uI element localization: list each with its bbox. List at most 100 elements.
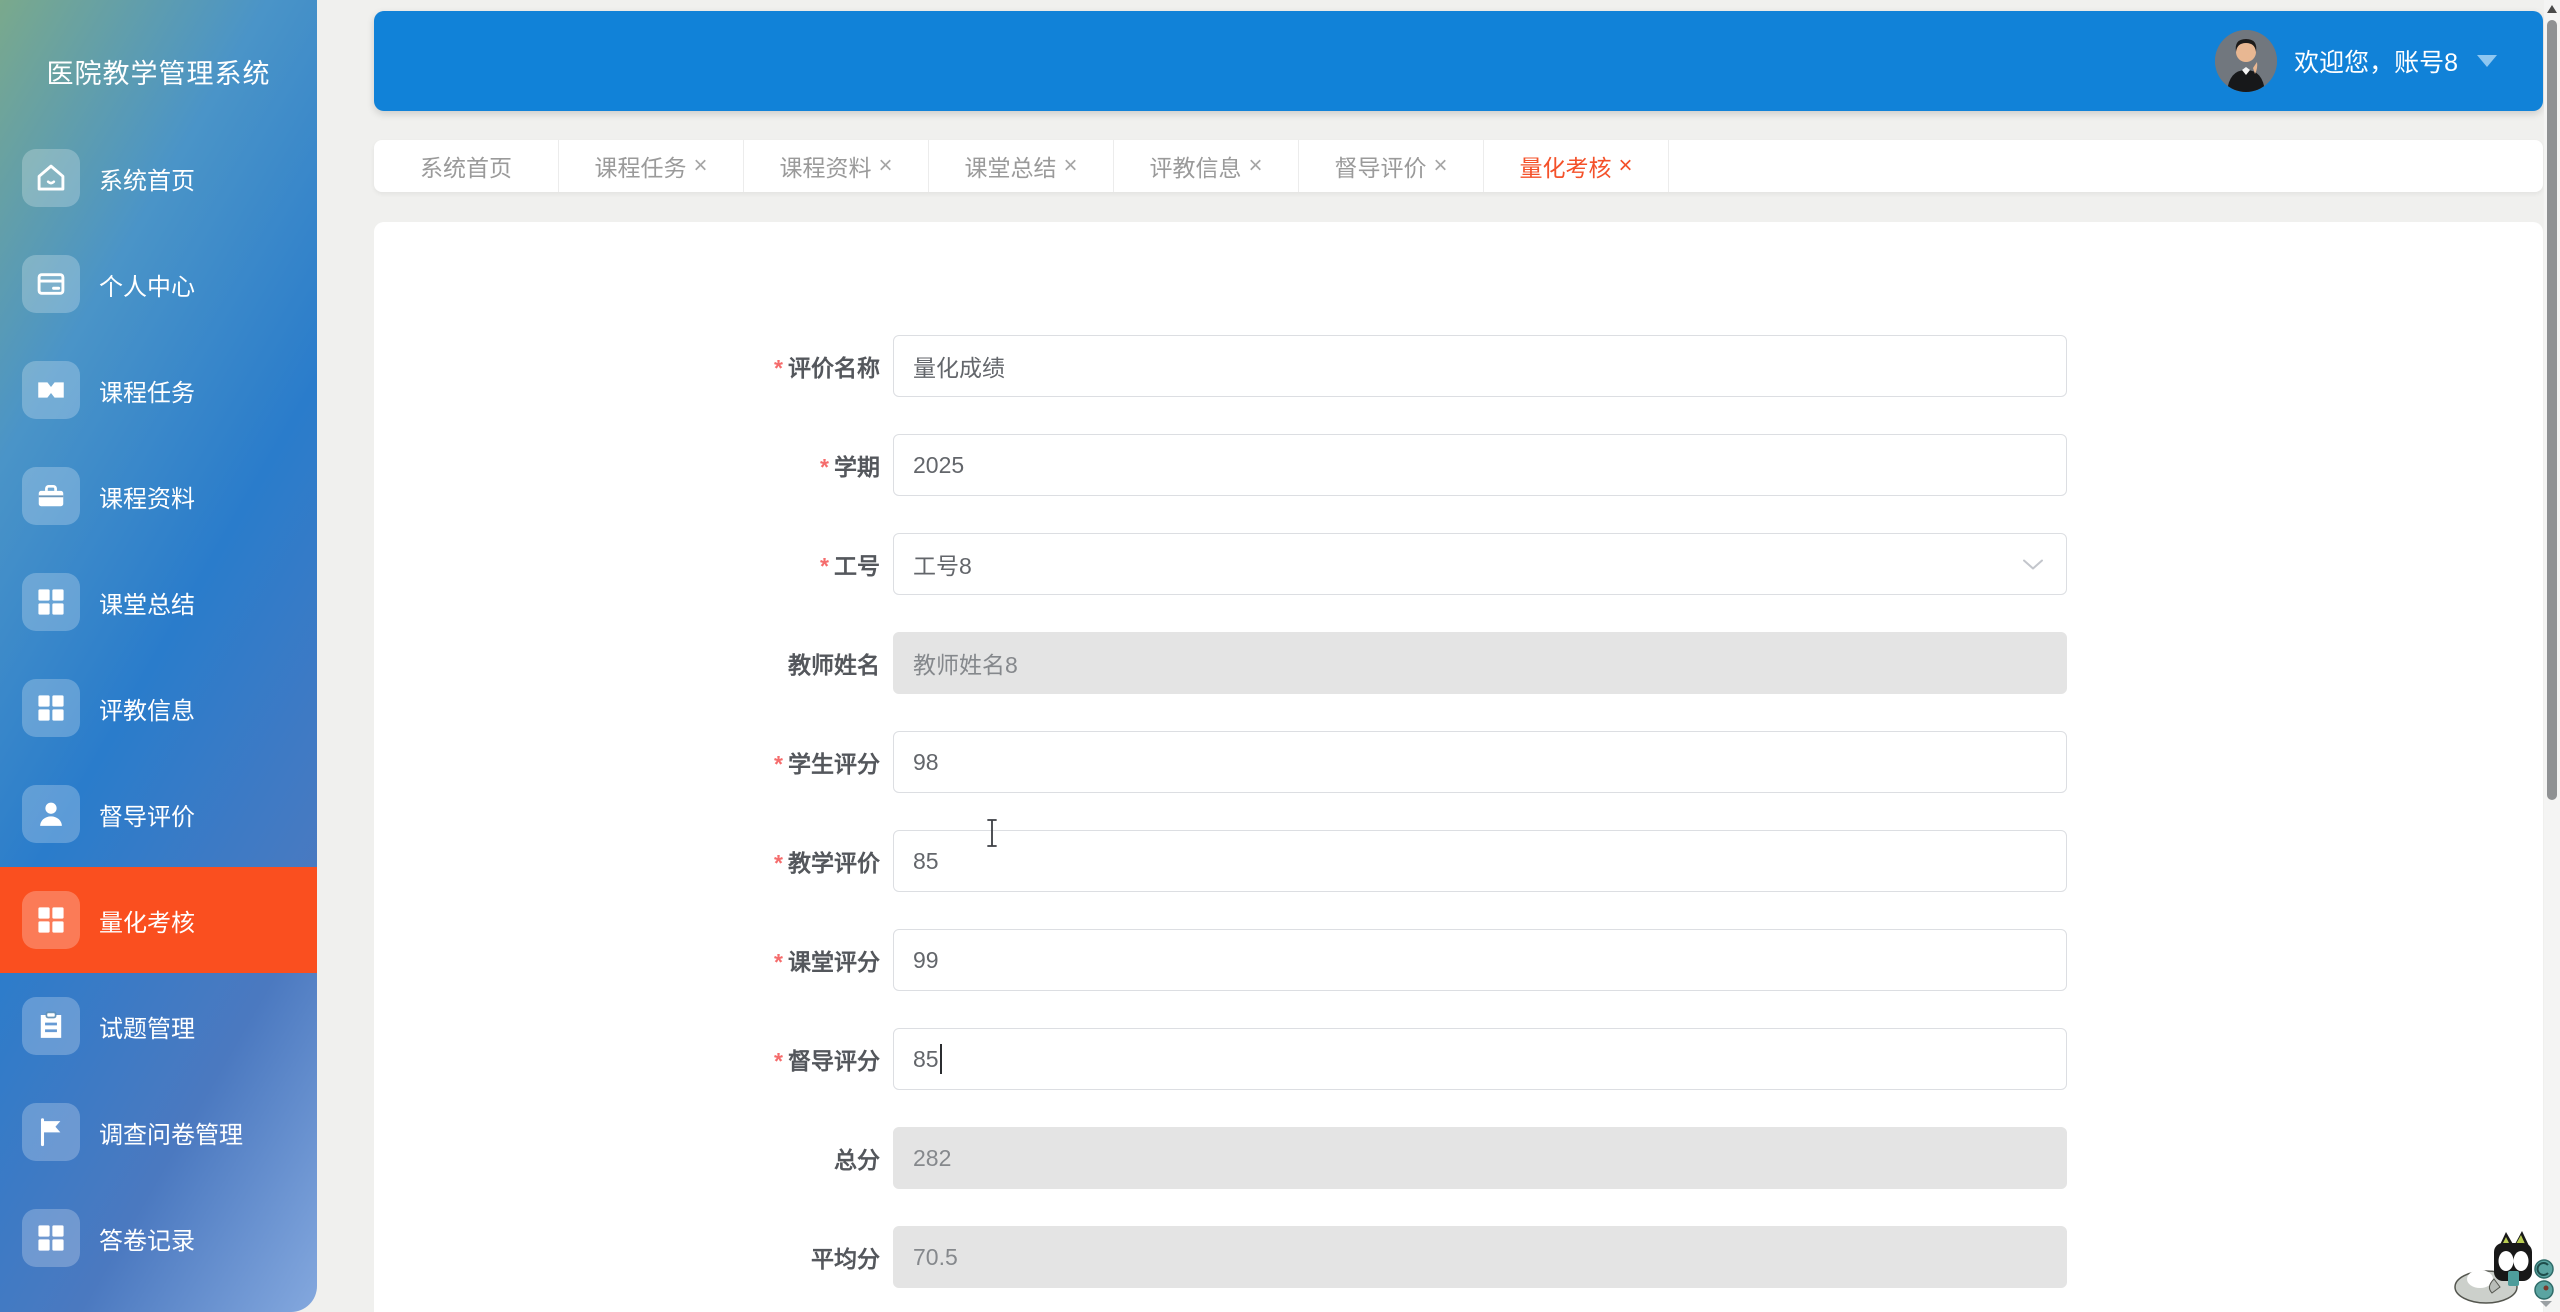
welcome-text: 欢迎您，账号8 bbox=[2294, 49, 2458, 77]
student-score-input[interactable]: 98 bbox=[893, 731, 2067, 793]
class-score-input[interactable]: 99 bbox=[893, 929, 2067, 991]
sidebar-item-label: 个人中心 bbox=[99, 273, 195, 301]
field-label: 工号 bbox=[834, 553, 880, 579]
required-marker: * bbox=[774, 850, 783, 876]
tab-evaluation-info[interactable]: 评教信息 × bbox=[1114, 140, 1299, 192]
close-icon[interactable]: × bbox=[1618, 154, 1632, 178]
close-icon[interactable]: × bbox=[1433, 154, 1447, 178]
sidebar-item-survey-management[interactable]: 调查问卷管理 bbox=[0, 1079, 317, 1185]
total-score-input: 282 bbox=[893, 1127, 2067, 1189]
text-caret bbox=[939, 1044, 942, 1074]
teaching-evaluation-input[interactable]: 85 bbox=[893, 830, 2067, 892]
form-row: * 学生评分 98 bbox=[374, 731, 2543, 793]
field-label: 教学评价 bbox=[788, 850, 880, 876]
scroll-up-arrow-icon[interactable] bbox=[2547, 5, 2557, 13]
clipboard-icon bbox=[22, 997, 80, 1055]
sidebar-item-label: 量化考核 bbox=[99, 909, 195, 937]
close-icon[interactable]: × bbox=[1248, 154, 1262, 178]
evaluation-name-input[interactable]: 量化成绩 bbox=[893, 335, 2067, 397]
scrollbar[interactable] bbox=[2544, 0, 2560, 1312]
ticket-icon bbox=[22, 361, 80, 419]
required-marker: * bbox=[820, 553, 829, 579]
sidebar: 医院教学管理系统 系统首页 个人中心 课程任务 课程资料 课堂总结 评教信息 督… bbox=[0, 0, 317, 1312]
supervisor-score-input[interactable]: 85 bbox=[893, 1028, 2067, 1090]
sidebar-menu: 系统首页 个人中心 课程任务 课程资料 课堂总结 评教信息 督导评价 量化考核 … bbox=[0, 125, 317, 1291]
sidebar-item-answer-records[interactable]: 答卷记录 bbox=[0, 1185, 317, 1291]
profile-card-icon bbox=[22, 255, 80, 313]
caret-down-icon bbox=[2477, 55, 2497, 67]
user-icon bbox=[22, 785, 80, 843]
employee-id-select[interactable]: 工号8 bbox=[893, 533, 2067, 595]
form-row: 总分 282 bbox=[374, 1127, 2543, 1189]
tab-supervisor-evaluation[interactable]: 督导评价 × bbox=[1299, 140, 1484, 192]
form-row: 平均分 70.5 bbox=[374, 1226, 2543, 1288]
home-icon bbox=[22, 149, 80, 207]
tab-home[interactable]: 系统首页 bbox=[374, 140, 559, 192]
sidebar-item-supervisor-evaluation[interactable]: 督导评价 bbox=[0, 761, 317, 867]
sidebar-item-label: 课程资料 bbox=[99, 485, 195, 513]
scrollbar-thumb[interactable] bbox=[2547, 20, 2557, 800]
teacher-name-input: 教师姓名8 bbox=[893, 632, 2067, 694]
form-row: * 课堂评分 99 bbox=[374, 929, 2543, 991]
sidebar-item-course-materials[interactable]: 课程资料 bbox=[0, 443, 317, 549]
form-row: * 督导评分 85 bbox=[374, 1028, 2543, 1090]
sidebar-item-label: 评教信息 bbox=[99, 697, 195, 725]
form-row: 教师姓名 教师姓名8 bbox=[374, 632, 2543, 694]
sidebar-item-profile[interactable]: 个人中心 bbox=[0, 231, 317, 337]
sidebar-item-quantitative-assessment[interactable]: 量化考核 bbox=[0, 867, 317, 973]
tab-quantitative-assessment[interactable]: 量化考核 × bbox=[1484, 140, 1669, 192]
tab-bar: 系统首页 课程任务 × 课程资料 × 课堂总结 × 评教信息 × 督导评价 × … bbox=[374, 140, 2543, 192]
sidebar-item-question-management[interactable]: 试题管理 bbox=[0, 973, 317, 1079]
mascot-pet-widget[interactable] bbox=[2452, 1217, 2556, 1312]
user-avatar[interactable] bbox=[2215, 30, 2278, 92]
sidebar-item-label: 督导评价 bbox=[99, 803, 195, 831]
field-label: 评价名称 bbox=[788, 355, 880, 381]
sidebar-item-label: 课堂总结 bbox=[99, 591, 195, 619]
sidebar-item-label: 试题管理 bbox=[99, 1015, 195, 1043]
field-label: 课堂评分 bbox=[788, 949, 880, 975]
field-label: 学期 bbox=[834, 454, 880, 480]
grid-icon bbox=[22, 891, 80, 949]
content-panel: * 评价名称 量化成绩 * 学期 2025 * 工号 工号8 教师姓名 教师姓名8 *… bbox=[374, 222, 2543, 1312]
sidebar-item-evaluation-info[interactable]: 评教信息 bbox=[0, 655, 317, 761]
top-header: 欢迎您，账号8 bbox=[374, 11, 2543, 111]
required-marker: * bbox=[774, 751, 783, 777]
form-row: * 学期 2025 bbox=[374, 434, 2543, 496]
chevron-down-icon bbox=[2022, 551, 2044, 578]
form-row: * 教学评价 85 bbox=[374, 830, 2543, 892]
sidebar-item-class-summary[interactable]: 课堂总结 bbox=[0, 549, 317, 655]
required-marker: * bbox=[774, 355, 783, 381]
required-marker: * bbox=[774, 1048, 783, 1074]
sidebar-item-label: 调查问卷管理 bbox=[99, 1121, 243, 1149]
close-icon[interactable]: × bbox=[693, 154, 707, 178]
mouse-ibeam-cursor bbox=[984, 818, 1000, 853]
grid-icon bbox=[22, 1209, 80, 1267]
tab-course-materials[interactable]: 课程资料 × bbox=[744, 140, 929, 192]
briefcase-icon bbox=[22, 467, 80, 525]
sidebar-item-label: 答卷记录 bbox=[99, 1227, 195, 1255]
form-row: * 评价名称 量化成绩 bbox=[374, 335, 2543, 397]
close-icon[interactable]: × bbox=[1063, 154, 1077, 178]
field-label: 学生评分 bbox=[788, 751, 880, 777]
flag-icon bbox=[22, 1103, 80, 1161]
field-label: 平均分 bbox=[811, 1246, 880, 1272]
required-marker: * bbox=[774, 949, 783, 975]
required-marker: * bbox=[820, 454, 829, 480]
sidebar-item-home[interactable]: 系统首页 bbox=[0, 125, 317, 231]
sidebar-item-label: 课程任务 bbox=[99, 379, 195, 407]
user-menu[interactable]: 欢迎您，账号8 bbox=[2215, 30, 2497, 92]
grid-icon bbox=[22, 573, 80, 631]
tab-class-summary[interactable]: 课堂总结 × bbox=[929, 140, 1114, 192]
tab-course-tasks[interactable]: 课程任务 × bbox=[559, 140, 744, 192]
field-label: 总分 bbox=[834, 1147, 880, 1173]
field-label: 督导评分 bbox=[788, 1048, 880, 1074]
field-label: 教师姓名 bbox=[788, 652, 880, 678]
close-icon[interactable]: × bbox=[878, 154, 892, 178]
app-title: 医院教学管理系统 bbox=[46, 59, 271, 89]
assessment-form: * 评价名称 量化成绩 * 学期 2025 * 工号 工号8 教师姓名 教师姓名8 *… bbox=[374, 222, 2543, 1288]
semester-input[interactable]: 2025 bbox=[893, 434, 2067, 496]
average-score-input: 70.5 bbox=[893, 1226, 2067, 1288]
form-row: * 工号 工号8 bbox=[374, 533, 2543, 595]
sidebar-item-course-tasks[interactable]: 课程任务 bbox=[0, 337, 317, 443]
sidebar-item-label: 系统首页 bbox=[99, 167, 195, 195]
